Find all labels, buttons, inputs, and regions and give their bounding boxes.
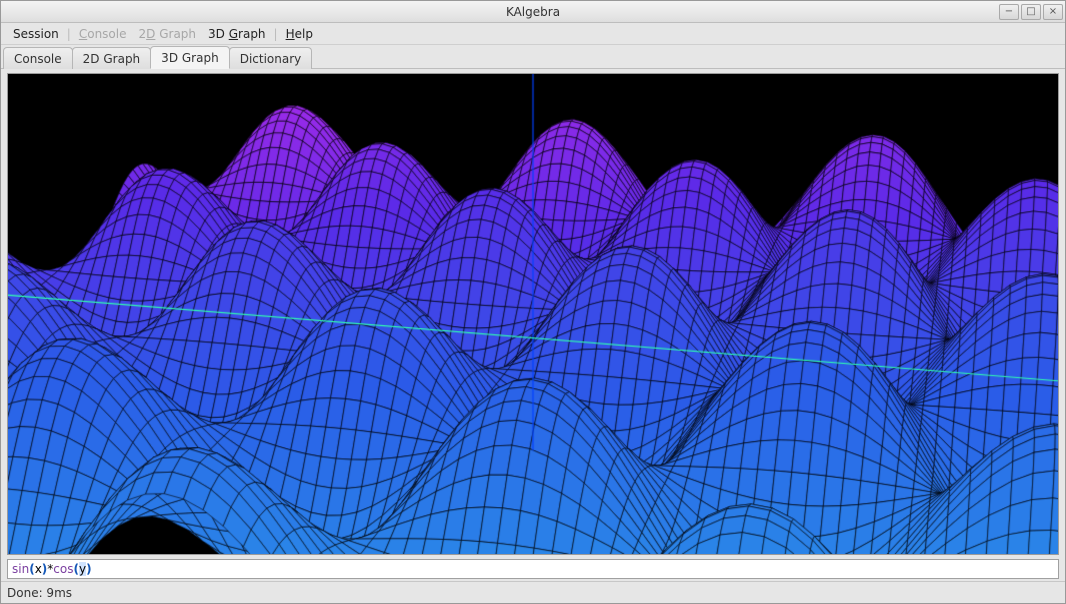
maximize-button[interactable]: □: [1021, 4, 1041, 20]
menu-3d-graph[interactable]: 3D Graph: [202, 25, 272, 43]
tabbar: Console 2D Graph 3D Graph Dictionary: [1, 45, 1065, 69]
menu-separator: |: [274, 27, 278, 41]
minimize-icon: −: [1005, 6, 1013, 17]
menu-session[interactable]: Session: [7, 25, 65, 43]
titlebar[interactable]: KAlgebra − □ ×: [1, 1, 1065, 23]
function-input-row: sin(x)*cos(y): [7, 559, 1059, 579]
close-icon: ×: [1049, 6, 1057, 17]
maximize-icon: □: [1026, 6, 1035, 17]
menu-help[interactable]: Help: [280, 25, 319, 43]
menu-separator: |: [67, 27, 71, 41]
function-input[interactable]: [7, 559, 1059, 579]
tab-dictionary[interactable]: Dictionary: [229, 47, 313, 69]
minimize-button[interactable]: −: [999, 4, 1019, 20]
tab-2d-graph[interactable]: 2D Graph: [72, 47, 152, 69]
menu-2d-graph: 2D Graph: [133, 25, 203, 43]
menu-console: Console: [73, 25, 133, 43]
menubar: Session | Console 2D Graph 3D Graph | He…: [1, 23, 1065, 45]
tab-console[interactable]: Console: [3, 47, 73, 69]
statusbar: Done: 9ms: [1, 581, 1065, 603]
close-button[interactable]: ×: [1043, 4, 1063, 20]
3d-graph-viewport[interactable]: [7, 73, 1059, 555]
status-text: Done: 9ms: [7, 586, 72, 600]
tab-3d-graph[interactable]: 3D Graph: [150, 46, 230, 69]
window-title: KAlgebra: [1, 5, 1065, 19]
